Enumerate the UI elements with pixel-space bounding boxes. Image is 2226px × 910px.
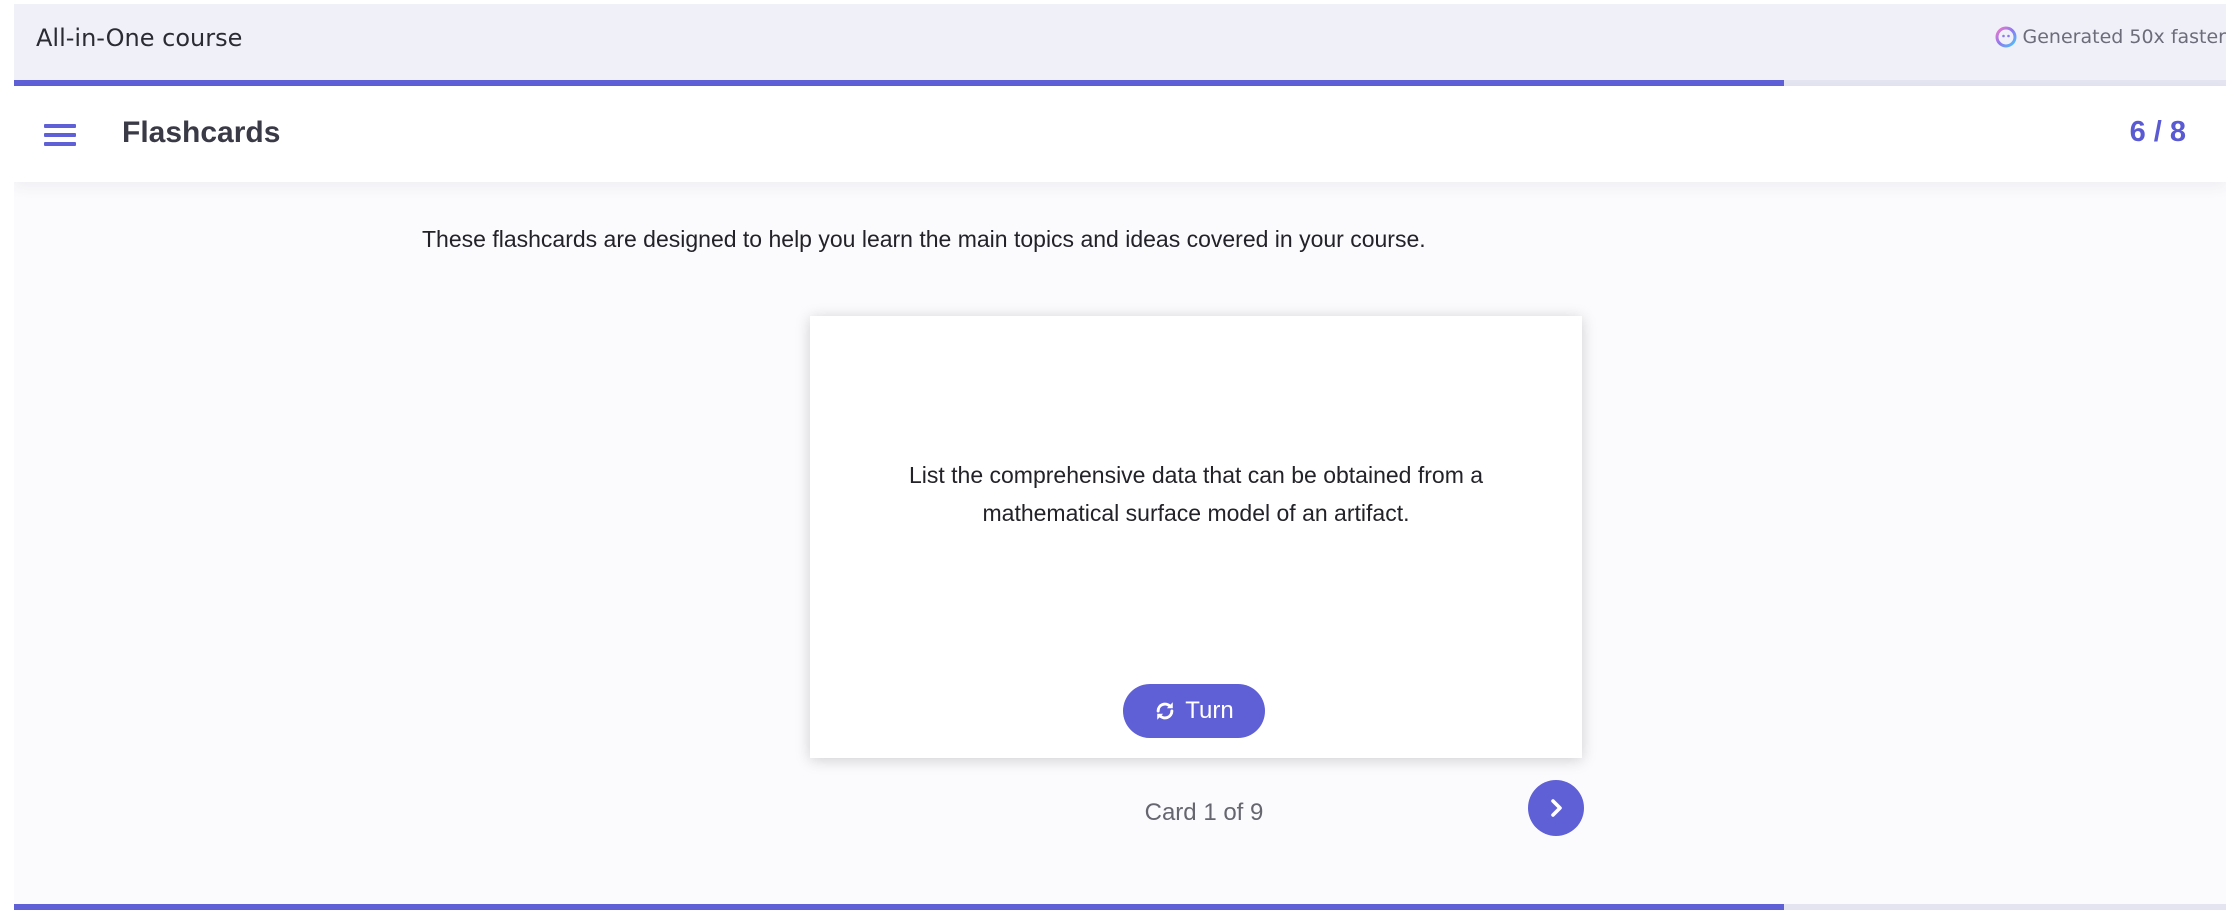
app-frame: All-in-One course Generated 50x faster F…	[14, 4, 2226, 910]
brand-badge[interactable]: Generated 50x faster	[1995, 26, 2226, 48]
turn-button[interactable]: Turn	[1123, 684, 1265, 738]
top-bar: All-in-One course Generated 50x faster	[14, 4, 2226, 80]
chevron-right-icon	[1551, 799, 1562, 817]
course-progress-bar-bottom	[14, 904, 2226, 910]
card-counter: Card 1 of 9	[1144, 799, 1264, 826]
course-title: All-in-One course	[36, 24, 243, 52]
flashcards-intro: These flashcards are designed to help yo…	[422, 226, 1426, 252]
hamburger-menu-icon[interactable]	[44, 122, 76, 148]
next-card-button[interactable]	[1528, 780, 1584, 836]
page-counter: 6 / 8	[2129, 116, 2186, 148]
flashcard[interactable]: List the comprehensive data that can be …	[810, 316, 1582, 758]
section-header: Flashcards 6 / 8	[14, 86, 2226, 182]
refresh-icon	[1156, 702, 1174, 720]
brand-logo-icon	[1995, 26, 2017, 48]
course-progress-fill-bottom	[14, 904, 1784, 910]
turn-button-label: Turn	[1185, 697, 1234, 724]
brand-text: Generated 50x faster	[2022, 26, 2226, 48]
section-title: Flashcards	[122, 116, 281, 149]
flashcard-question: List the comprehensive data that can be …	[908, 462, 1484, 526]
